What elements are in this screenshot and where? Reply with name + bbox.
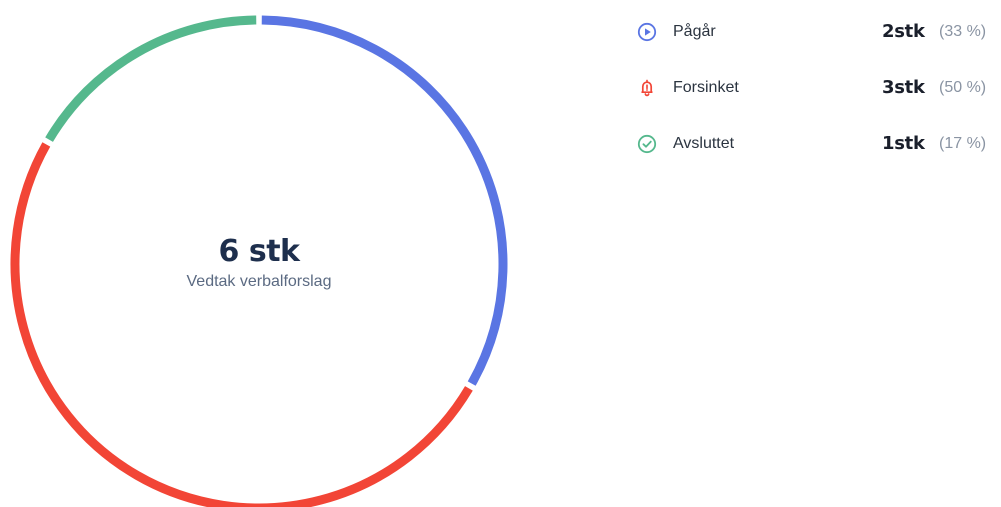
donut-slice-completed[interactable] — [45, 15, 257, 142]
legend-item-delayed[interactable]: Forsinket 3stk (50 %) — [636, 74, 1001, 102]
legend-percent: (50 %) — [939, 79, 987, 96]
donut-slice-in-progress[interactable] — [261, 15, 508, 386]
legend-count: 1stk — [882, 133, 925, 154]
legend-item-in-progress[interactable]: Pågår 2stk (33 %) — [636, 18, 1001, 46]
play-circle-icon — [636, 21, 658, 43]
legend-label: Avsluttet — [673, 135, 735, 152]
legend-count: 3stk — [882, 77, 925, 98]
legend-item-completed[interactable]: Avsluttet 1stk (17 %) — [636, 130, 1001, 158]
legend-percent: (17 %) — [939, 135, 987, 152]
check-circle-icon — [636, 133, 658, 155]
donut-subtitle: Vedtak verbalforslag — [186, 273, 332, 290]
donut-center: 6 stk Vedtak verbalforslag — [109, 232, 409, 292]
donut-slice-delayed[interactable] — [10, 142, 473, 507]
legend-label: Pågår — [673, 23, 716, 40]
legend-label: Forsinket — [673, 79, 739, 96]
legend-percent: (33 %) — [939, 23, 987, 40]
legend: Pågår 2stk (33 %) Forsinket 3stk (50 %) … — [636, 18, 1001, 186]
legend-count: 2stk — [882, 21, 925, 42]
bell-alert-icon — [636, 77, 658, 99]
donut-total: 6 stk — [218, 234, 300, 269]
